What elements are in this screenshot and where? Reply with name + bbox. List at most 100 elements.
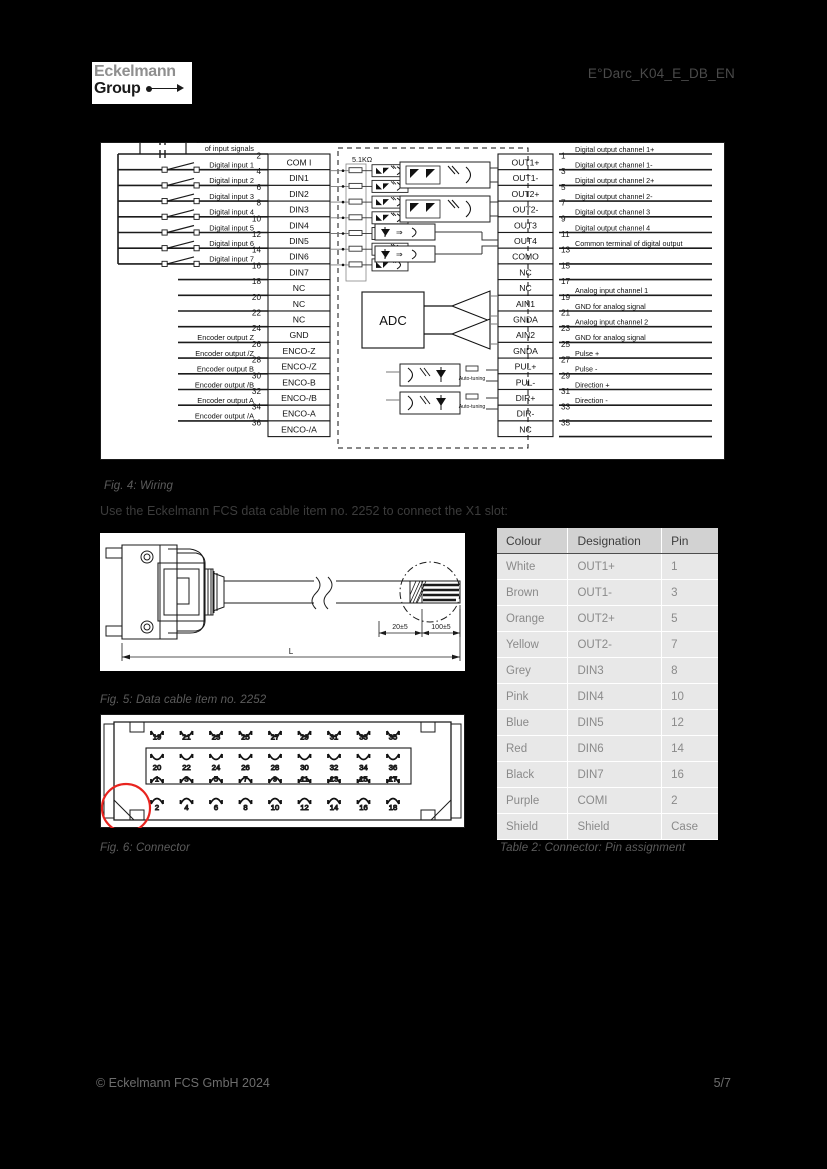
right-signal-desc: GND for analog signal — [575, 333, 646, 342]
left-terminal-label: GND — [289, 330, 308, 340]
left-signal-desc: Encoder output /A — [195, 412, 254, 421]
table-row: Orange OUT2+ 5 — [497, 605, 718, 632]
right-pin-number: 13 — [561, 246, 571, 255]
right-signal-desc: Direction + — [575, 380, 610, 389]
svg-text:⇒: ⇒ — [396, 228, 403, 237]
table-row: White OUT1+ 1 — [497, 553, 718, 580]
connector-pin-number: 22 — [182, 763, 190, 772]
connector-pin-number: 27 — [271, 733, 279, 742]
connector-pin-number: 9 — [273, 775, 277, 784]
left-terminal-label: DIN5 — [289, 236, 309, 246]
table-row: Black DIN7 16 — [497, 761, 718, 788]
auto-tuning-label: Auto-tuning — [459, 404, 486, 410]
arrow-icon — [145, 84, 184, 94]
connector-pin-number: 8 — [243, 803, 247, 812]
right-pin-number: 29 — [561, 371, 571, 380]
left-signal-desc: Digital input 5 — [209, 223, 254, 232]
right-pin-number: 3 — [561, 167, 566, 176]
cell-pin: 10 — [661, 683, 718, 710]
svg-text:⇒: ⇒ — [396, 250, 403, 259]
left-signal-desc: Digital input 1 — [209, 161, 254, 170]
cable-dim-long: 100±5 — [431, 624, 451, 631]
cell-designation: DIN6 — [567, 735, 663, 762]
table-row: Red DIN6 14 — [497, 735, 718, 762]
right-pin-number: 19 — [561, 293, 571, 302]
right-pin-number: 25 — [561, 340, 571, 349]
wiring-schematic-svg: COM I2DIN14Digital input 1DIN26Digital i… — [100, 142, 725, 460]
right-signal-desc: Direction - — [575, 396, 608, 405]
left-terminal-label: NC — [293, 299, 305, 309]
connector-pin-number: 28 — [271, 763, 279, 772]
cell-designation: DIN4 — [567, 683, 663, 710]
connector-pin-number: 13 — [330, 775, 338, 784]
right-pin-number: 31 — [561, 387, 571, 396]
cable-dim-short: 20±5 — [392, 624, 408, 631]
right-terminal-label: PUL- — [516, 377, 536, 387]
connector-pin-number: 11 — [301, 775, 309, 784]
footer-copyright: © Eckelmann FCS GmbH 2024 — [96, 1076, 270, 1090]
table-row: Pink DIN4 10 — [497, 683, 718, 710]
right-pin-number: 35 — [561, 418, 571, 427]
right-pin-number: 23 — [561, 324, 571, 333]
right-terminal-label: OUT3 — [514, 220, 537, 230]
cell-colour: Pink — [497, 683, 569, 710]
connector-pin-number: 3 — [184, 775, 188, 784]
connector-pin-number: 34 — [359, 763, 367, 772]
left-signal-desc: Digital input 6 — [209, 239, 254, 248]
cell-designation: Shield — [567, 813, 663, 840]
table-header-designation: Designation — [567, 528, 663, 554]
left-pin-number: 6 — [256, 183, 261, 192]
connector-pin-number: 30 — [300, 763, 308, 772]
right-terminal-label: NC — [519, 424, 531, 434]
right-signal-desc: Digital output channel 1+ — [575, 145, 654, 154]
connector-pin-number: 17 — [389, 775, 397, 784]
cell-pin: 8 — [661, 657, 718, 684]
left-signal-desc: Digital input 7 — [209, 255, 254, 264]
caption-fig5: Fig. 5: Data cable item no. 2252 — [100, 694, 267, 706]
right-signal-desc: Common terminal of digital output — [575, 239, 682, 248]
table-connector-pin-assignment: Colour Designation Pin White OUT1+ 1 Brown O… — [497, 528, 718, 840]
connector-pin-number: 5 — [214, 775, 218, 784]
caption-table2: Table 2: Connector: Pin assignment — [500, 842, 686, 854]
left-pin-number: 2 — [256, 152, 261, 161]
right-terminal-label: OUT4 — [514, 236, 537, 246]
cell-pin: 5 — [661, 605, 718, 632]
common-terminal-label-2: of input signals — [205, 144, 255, 153]
right-terminal-label: OUT1- — [513, 173, 539, 183]
table-row: Shield Shield Case — [497, 813, 718, 840]
cell-designation: DIN7 — [567, 761, 663, 788]
right-terminal-label: OUT2+ — [512, 189, 540, 199]
right-pin-number: 5 — [561, 183, 566, 192]
cell-pin: 1 — [661, 553, 718, 580]
cable-dim-total: L — [289, 647, 294, 656]
adc-block-label: ADC — [379, 313, 406, 328]
figure-connector: 19 21 23 25 27 29 31 33 35 20 22 24 26 28 30 32 34 36 1 3 5 7… — [100, 714, 465, 834]
left-pin-number: 8 — [256, 199, 261, 208]
table-row: Blue DIN5 12 — [497, 709, 718, 736]
right-terminal-label: DIR+ — [516, 393, 536, 403]
table-header-row: Colour Designation Pin — [497, 528, 718, 554]
connector-pin-number: 6 — [214, 803, 218, 812]
right-pin-number: 1 — [561, 152, 566, 161]
connector-pin-number: 4 — [184, 803, 188, 812]
right-signal-desc: Pulse + — [575, 349, 599, 358]
right-signal-desc: Analog input channel 1 — [575, 286, 648, 295]
left-pin-number: 24 — [252, 324, 262, 333]
left-terminal-label: ENCO-/Z — [281, 362, 316, 372]
right-pin-number: 15 — [561, 261, 571, 270]
left-terminal-label: DIN1 — [289, 173, 309, 183]
right-signal-desc: GND for analog signal — [575, 302, 646, 311]
right-signal-desc: Analog input channel 2 — [575, 318, 648, 327]
cell-designation: OUT1+ — [567, 553, 663, 580]
right-pin-number: 7 — [561, 199, 566, 208]
right-signal-desc: Digital output channel 2+ — [575, 176, 654, 185]
left-terminal-label: DIN4 — [289, 220, 309, 230]
connector-pin-number: 33 — [359, 733, 367, 742]
logo-text-group: Group — [94, 80, 141, 97]
left-pin-number: 18 — [252, 277, 262, 286]
cable-drawing-svg: 20±5 100±5 L — [105, 544, 461, 661]
left-signal-desc: Encoder output B — [197, 365, 254, 374]
right-pin-number: 9 — [561, 214, 566, 223]
left-signal-desc: Encoder output /Z — [195, 349, 254, 358]
right-pin-number: 27 — [561, 356, 571, 365]
